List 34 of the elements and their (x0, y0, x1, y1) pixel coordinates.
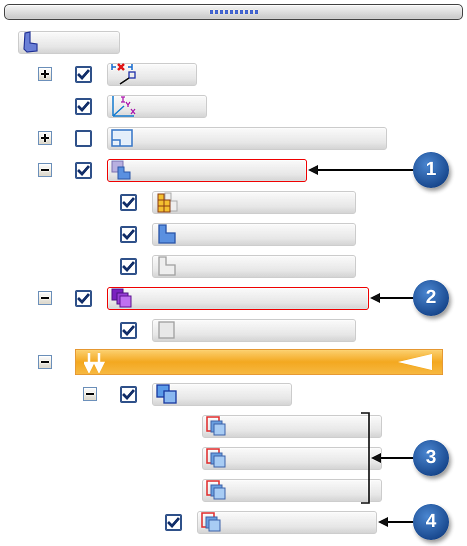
collapse-button[interactable] (38, 163, 52, 177)
grip-icon[interactable] (210, 10, 258, 14)
checkbox[interactable] (75, 162, 92, 178)
sketch-icon (110, 127, 134, 149)
checkbox[interactable] (120, 194, 137, 210)
checkbox[interactable] (75, 290, 92, 306)
callout-number: 4 (413, 504, 449, 540)
callout-number: 1 (413, 152, 449, 188)
expand-button[interactable] (38, 131, 52, 145)
bracket-icon (21, 31, 39, 53)
tree-node[interactable] (107, 286, 369, 310)
checkbox[interactable] (120, 226, 137, 242)
checkbox[interactable] (75, 66, 92, 82)
callout-number: 3 (413, 440, 449, 476)
stacked-squares-icon (155, 383, 179, 405)
checkbox[interactable] (120, 258, 137, 274)
checkbox[interactable] (120, 322, 137, 338)
checkbox[interactable] (75, 130, 92, 146)
checkbox[interactable] (165, 514, 182, 530)
stacked-squares-icon (110, 287, 134, 309)
expand-button[interactable] (38, 67, 52, 81)
tree-node[interactable] (107, 158, 307, 182)
collapse-button[interactable] (38, 291, 52, 305)
splitter-bar[interactable] (4, 4, 463, 20)
collapse-button[interactable] (83, 387, 97, 401)
checkbox[interactable] (120, 386, 137, 402)
constraint-icon (110, 62, 136, 86)
callout-number: 2 (413, 280, 449, 316)
collapse-button[interactable] (38, 355, 52, 369)
double-down-arrow-icon (84, 351, 106, 373)
checkbox[interactable] (75, 98, 92, 114)
left-triangle-icon (398, 353, 434, 371)
grid-block-icon (155, 191, 179, 213)
axes-icon (110, 94, 138, 118)
